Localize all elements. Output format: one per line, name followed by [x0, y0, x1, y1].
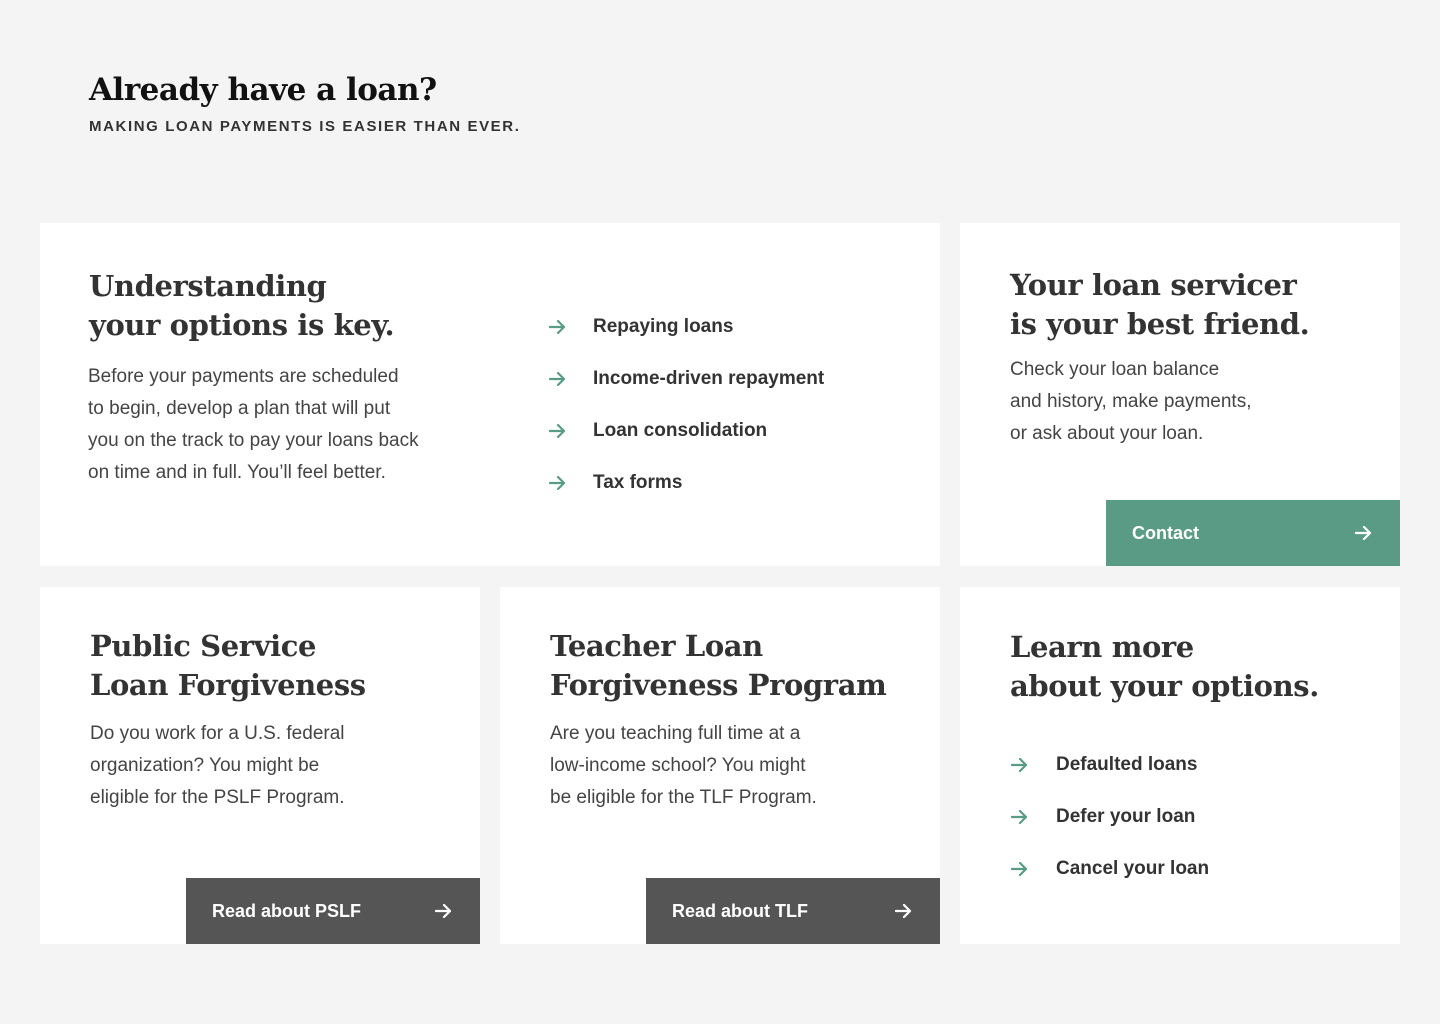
card-title-line: is your best friend. — [1010, 307, 1310, 341]
button-label: Read about PSLF — [212, 900, 362, 921]
arrow-right-icon — [1354, 523, 1374, 543]
card-title-line: about your options. — [1010, 669, 1319, 703]
page: Already have a loan? Making loan payment… — [0, 0, 1440, 1024]
options-link-list: Repaying loans Income-driven repayment L… — [548, 301, 824, 509]
arrow-right-icon — [548, 317, 568, 337]
description-line: you on the track to pay your loans back — [88, 430, 419, 451]
card-title: Understanding your options is key. — [89, 267, 509, 345]
card-description: Before your payments are scheduled to be… — [88, 361, 468, 489]
arrow-right-icon — [434, 901, 454, 921]
card-title: Public Service Loan Forgiveness — [90, 627, 470, 705]
card-pslf: Public Service Loan Forgiveness Do you w… — [40, 587, 480, 944]
arrow-right-icon — [1010, 755, 1030, 775]
arrow-right-icon — [548, 369, 568, 389]
description-line: and history, make payments, — [1010, 391, 1252, 412]
button-label: Contact — [1132, 522, 1199, 543]
description-line: eligible for the PSLF Program. — [90, 787, 345, 808]
card-title-line: Forgiveness Program — [550, 668, 887, 702]
description-line: to begin, develop a plan that will put — [88, 398, 391, 419]
card-understanding-options: Understanding your options is key. Befor… — [40, 223, 940, 566]
card-description: Do you work for a U.S. federal organizat… — [90, 718, 410, 814]
card-description: Are you teaching full time at a low-inco… — [550, 718, 870, 814]
link-label: Repaying loans — [593, 316, 734, 337]
description-line: Are you teaching full time at a — [550, 723, 801, 744]
description-line: low-income school? You might — [550, 755, 806, 776]
read-about-tlf-button[interactable]: Read about TLF — [646, 878, 940, 944]
card-title-line: Your loan servicer — [1010, 268, 1297, 302]
card-title: Learn more about your options. — [1010, 628, 1390, 706]
card-title-line: Loan Forgiveness — [90, 668, 366, 702]
link-loan-consolidation[interactable]: Loan consolidation — [548, 405, 824, 457]
description-line: or ask about your loan. — [1010, 423, 1204, 444]
description-line: on time and in full. You’ll feel better. — [88, 462, 386, 483]
card-learn-more: Learn more about your options. Defaulted… — [960, 587, 1400, 944]
description-line: be eligible for the TLF Program. — [550, 787, 817, 808]
link-tax-forms[interactable]: Tax forms — [548, 457, 824, 509]
card-title-line: Learn more — [1010, 630, 1194, 664]
page-title: Already have a loan? — [89, 72, 437, 108]
section-header: Already have a loan? Making loan payment… — [89, 72, 520, 135]
link-defaulted-loans[interactable]: Defaulted loans — [1010, 739, 1209, 791]
read-about-pslf-button[interactable]: Read about PSLF — [186, 878, 480, 944]
arrow-right-icon — [1010, 807, 1030, 827]
arrow-right-icon — [1010, 859, 1030, 879]
card-title-line: your options is key. — [89, 308, 395, 342]
card-title-line: Teacher Loan — [550, 629, 763, 663]
page-subtitle: Making loan payments is easier than ever… — [89, 118, 521, 135]
link-repaying-loans[interactable]: Repaying loans — [548, 301, 824, 353]
card-title-line: Public Service — [90, 629, 317, 663]
link-cancel-your-loan[interactable]: Cancel your loan — [1010, 843, 1209, 895]
card-title: Your loan servicer is your best friend. — [1010, 266, 1390, 344]
link-income-driven-repayment[interactable]: Income-driven repayment — [548, 353, 824, 405]
link-label: Defer your loan — [1056, 806, 1196, 827]
card-loan-servicer: Your loan servicer is your best friend. … — [960, 223, 1400, 566]
card-tlf: Teacher Loan Forgiveness Program Are you… — [500, 587, 940, 944]
arrow-right-icon — [548, 473, 568, 493]
link-label: Cancel your loan — [1056, 858, 1210, 879]
button-label: Read about TLF — [672, 900, 808, 921]
link-label: Defaulted loans — [1056, 754, 1198, 775]
description-line: Do you work for a U.S. federal — [90, 723, 345, 744]
contact-button[interactable]: Contact — [1106, 500, 1400, 566]
card-title-line: Understanding — [89, 269, 327, 303]
link-defer-your-loan[interactable]: Defer your loan — [1010, 791, 1209, 843]
card-title: Teacher Loan Forgiveness Program — [550, 627, 930, 705]
description-line: organization? You might be — [90, 755, 320, 776]
link-label: Tax forms — [593, 472, 683, 493]
link-label: Income-driven repayment — [593, 368, 825, 389]
description-line: Before your payments are scheduled — [88, 366, 399, 387]
arrow-right-icon — [548, 421, 568, 441]
learn-more-link-list: Defaulted loans Defer your loan Cancel y… — [1010, 739, 1209, 895]
card-description: Check your loan balance and history, mak… — [1010, 354, 1310, 450]
description-line: Check your loan balance — [1010, 359, 1220, 380]
link-label: Loan consolidation — [593, 420, 768, 441]
arrow-right-icon — [894, 901, 914, 921]
